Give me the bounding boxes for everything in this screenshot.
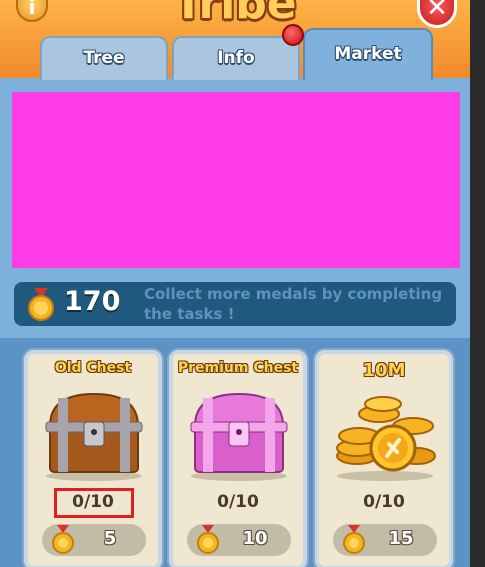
medal-icon <box>52 525 74 554</box>
medal-icon <box>343 525 365 554</box>
card-title: Old Chest <box>54 360 132 376</box>
old-chest-card[interactable]: Old Chest 0/10 5 <box>24 350 162 567</box>
price-value: 5 <box>103 528 117 549</box>
coin-pile-icon <box>336 396 436 481</box>
window-title: Tribe <box>173 0 297 29</box>
banner-placeholder <box>12 92 460 268</box>
card-title: 10M <box>362 360 406 381</box>
premium-chest-card[interactable]: Premium Chest 0/10 10 <box>169 350 307 567</box>
buy-button-premium-chest[interactable]: 10 <box>187 524 291 556</box>
outer-background <box>470 0 485 567</box>
premium-chest-icon <box>190 392 288 481</box>
old-chest-icon <box>45 392 143 481</box>
card-title: Premium Chest <box>177 360 299 376</box>
info-icon: i <box>28 0 36 19</box>
tab-market[interactable]: Market <box>303 28 433 80</box>
medal-info-bar: 170 Collect more medals by completing th… <box>14 282 456 326</box>
medal-message: Collect more medals by completing the ta… <box>144 285 443 323</box>
card-progress: 0/10 <box>363 492 405 512</box>
tab-tree[interactable]: Tree <box>40 36 168 80</box>
coins-card[interactable]: 10M 0/10 15 <box>315 350 453 567</box>
buy-button-old-chest[interactable]: 5 <box>42 524 146 556</box>
price-value: 15 <box>388 528 414 549</box>
medal-icon <box>197 525 219 554</box>
price-value: 10 <box>242 528 268 549</box>
card-progress: 0/10 <box>217 492 259 512</box>
medal-count: 170 <box>64 286 121 317</box>
tab-info[interactable]: Info <box>172 36 300 80</box>
medal-icon <box>28 288 54 321</box>
close-icon: ✕ <box>426 0 448 23</box>
card-progress: 0/10 <box>72 492 114 512</box>
buy-button-coins[interactable]: 15 <box>333 524 437 556</box>
notification-dot <box>282 24 304 46</box>
tribe-window: Tribe i ✕ Tree Info Market 170 Collect m… <box>0 0 470 567</box>
